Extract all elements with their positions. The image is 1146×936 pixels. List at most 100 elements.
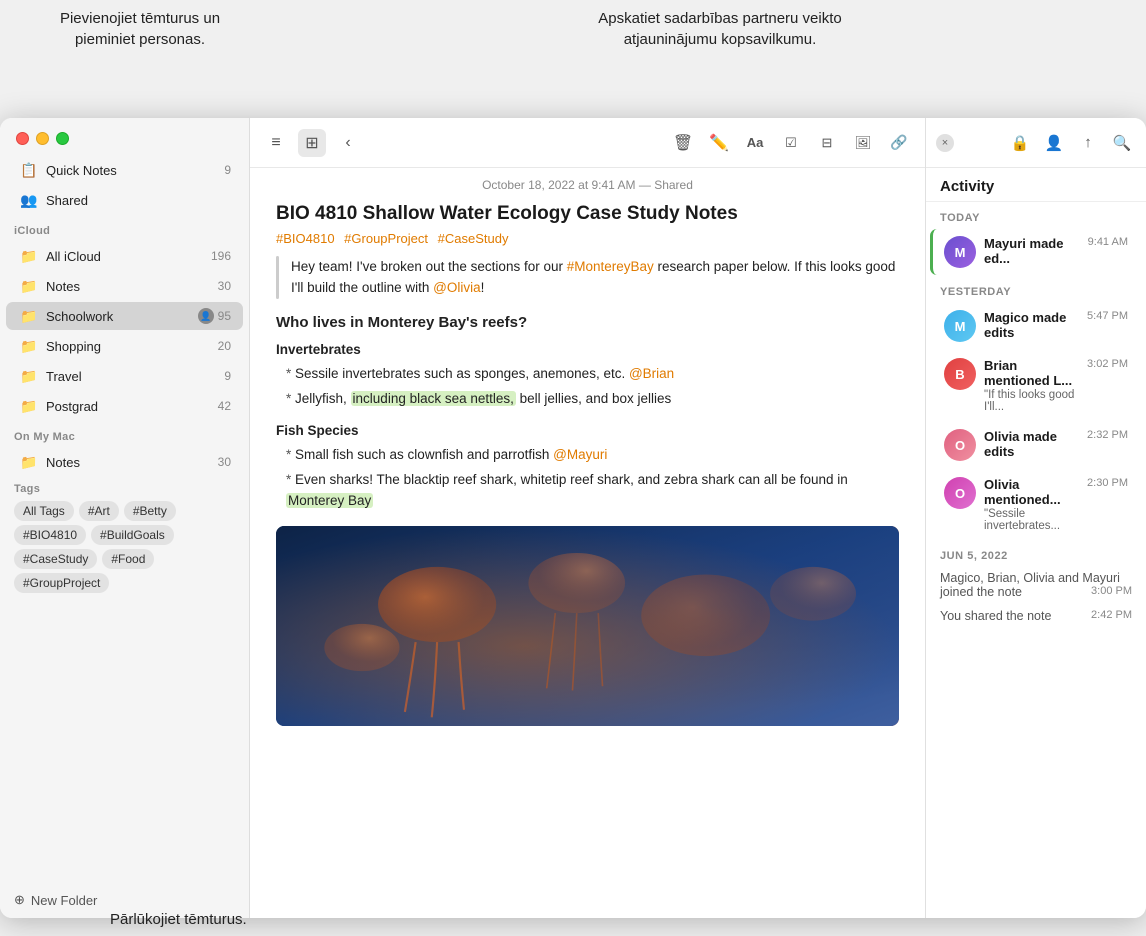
- brian-quote: "If this looks good I'll...: [984, 389, 1083, 413]
- brian-action: Brian mentioned L...: [984, 358, 1083, 388]
- annotation-top-left: Pievienojiet tēmturus un pieminiet perso…: [40, 8, 240, 50]
- sidebar-item-notes-icloud[interactable]: 📁 Notes 30: [6, 272, 243, 300]
- schoolwork-count: 95: [218, 309, 231, 323]
- activity-item-mayuri-today[interactable]: M Mayuri made ed... 9:41 AM: [930, 229, 1142, 275]
- table-button[interactable]: ⊟: [813, 129, 841, 157]
- shopping-count: 20: [218, 339, 231, 353]
- shared-text: You shared the note: [940, 609, 1051, 623]
- monterey-bay-link[interactable]: #MontereyBay: [567, 259, 654, 274]
- activity-toolbar: × 🔒 👤 ↑ 🔍: [926, 118, 1146, 168]
- sidebar-item-schoolwork[interactable]: 📁 Schoolwork 👤 95: [6, 302, 243, 330]
- back-button[interactable]: ‹: [334, 129, 362, 157]
- tag-art[interactable]: #Art: [79, 501, 119, 521]
- all-icloud-count: 196: [211, 249, 231, 263]
- joined-time: 3:00 PM: [1091, 585, 1132, 597]
- activity-close-button[interactable]: ×: [936, 134, 954, 152]
- sidebar-item-shopping[interactable]: 📁 Shopping 20: [6, 332, 243, 360]
- minimize-button[interactable]: [36, 132, 49, 145]
- sidebar-item-all-icloud[interactable]: 📁 All iCloud 196: [6, 242, 243, 270]
- tag-food[interactable]: #Food: [102, 549, 154, 569]
- shopping-label: Shopping: [46, 339, 214, 354]
- notes-icloud-label: Notes: [46, 279, 214, 294]
- notes-icloud-count: 30: [218, 279, 231, 293]
- olivia-edits-time: 2:32 PM: [1087, 429, 1128, 441]
- delete-button[interactable]: 🗑: [669, 129, 697, 157]
- notes-mac-icon: 📁: [20, 453, 38, 471]
- sidebar-item-postgrad[interactable]: 📁 Postgrad 42: [6, 392, 243, 420]
- sidebar-item-quick-notes[interactable]: 📋 Quick Notes 9: [6, 156, 243, 184]
- note-content[interactable]: BIO 4810 Shallow Water Ecology Case Stud…: [250, 196, 925, 918]
- all-icloud-label: All iCloud: [46, 249, 207, 264]
- tag-buildgoals[interactable]: #BuildGoals: [91, 525, 174, 545]
- activity-item-magico[interactable]: M Magico made edits 5:47 PM: [930, 303, 1142, 349]
- schoolwork-shared-icon: 👤: [198, 308, 214, 324]
- tag-casestudy[interactable]: #CaseStudy: [14, 549, 97, 569]
- postgrad-count: 42: [218, 399, 231, 413]
- fish-item-2: Even sharks! The blacktip reef shark, wh…: [286, 469, 899, 512]
- notes-icloud-icon: 📁: [20, 277, 38, 295]
- tag-groupproject-inline[interactable]: #GroupProject: [344, 231, 428, 246]
- schoolwork-icon: 📁: [20, 307, 38, 325]
- note-area: ≡ ⊞ ‹ 🗑 ✏️ Aa ☑ ⊟ 🖼 🔗 October 18, 2022 a…: [250, 118, 926, 918]
- activity-item-olivia-mentioned[interactable]: O Olivia mentioned... "Sessile invertebr…: [930, 470, 1142, 539]
- fish-item-1: Small fish such as clownfish and parrotf…: [286, 444, 899, 466]
- highlight-monterey-bay: Monterey Bay: [286, 493, 373, 508]
- activity-item-brian[interactable]: B Brian mentioned L... "If this looks go…: [930, 351, 1142, 420]
- invertebrate-item-1: Sessile invertebrates such as sponges, a…: [286, 363, 899, 385]
- note-image-overlay: [276, 526, 899, 726]
- grid-view-button[interactable]: ⊞: [298, 129, 326, 157]
- sidebar-item-shared[interactable]: 👥 Shared: [6, 186, 243, 214]
- mayuri-mention[interactable]: @Mayuri: [553, 447, 607, 462]
- annotation-top-right: Apskatiet sadarbības partneru veikto atj…: [580, 8, 860, 50]
- olivia-mentioned-time: 2:30 PM: [1087, 477, 1128, 489]
- notes-mac-label: Notes: [46, 455, 214, 470]
- sidebar-item-travel[interactable]: 📁 Travel 9: [6, 362, 243, 390]
- sidebar-item-notes-mac[interactable]: 📁 Notes 30: [6, 448, 243, 476]
- tag-all-tags[interactable]: All Tags: [14, 501, 74, 521]
- magico-time: 5:47 PM: [1087, 310, 1128, 322]
- list-view-button[interactable]: ≡: [262, 129, 290, 157]
- close-button[interactable]: [16, 132, 29, 145]
- section-heading-1: Who lives in Monterey Bay's reefs?: [276, 311, 899, 335]
- tag-bio4810[interactable]: #BIO4810: [14, 525, 86, 545]
- collab-button[interactable]: 👤: [1040, 129, 1068, 157]
- sub1-label: Invertebrates: [276, 339, 899, 361]
- activity-item-olivia-edits[interactable]: O Olivia made edits 2:32 PM: [930, 422, 1142, 468]
- note-toolbar: ≡ ⊞ ‹ 🗑 ✏️ Aa ☑ ⊟ 🖼 🔗: [250, 118, 925, 168]
- quick-notes-icon: 📋: [20, 161, 38, 179]
- brian-mention[interactable]: @Brian: [629, 366, 674, 381]
- note-left-bar: [276, 256, 279, 299]
- tag-groupproject[interactable]: #GroupProject: [14, 573, 109, 593]
- new-folder-label: New Folder: [31, 893, 97, 908]
- maximize-button[interactable]: [56, 132, 69, 145]
- compose-button[interactable]: ✏️: [705, 129, 733, 157]
- tag-casestudy-inline[interactable]: #CaseStudy: [438, 231, 509, 246]
- sidebar: 📋 Quick Notes 9 👥 Shared iCloud 📁 All iC…: [0, 118, 250, 918]
- search-button[interactable]: 🔍: [1108, 129, 1136, 157]
- sub2-label: Fish Species: [276, 420, 899, 442]
- media-button[interactable]: 🖼: [849, 129, 877, 157]
- format-button[interactable]: Aa: [741, 129, 769, 157]
- olivia-mention[interactable]: @Olivia: [433, 280, 480, 295]
- share-button[interactable]: ↑: [1074, 129, 1102, 157]
- tags-row-1: All Tags #Art #Betty: [14, 501, 235, 521]
- magico-action: Magico made edits: [984, 310, 1083, 340]
- tag-betty[interactable]: #Betty: [124, 501, 176, 521]
- link-button[interactable]: 🔗: [885, 129, 913, 157]
- lock-button[interactable]: 🔒: [1006, 129, 1034, 157]
- highlight-black-sea-nettles: including black sea nettles,: [351, 391, 516, 406]
- activity-text-olivia-mentioned: Olivia mentioned... "Sessile invertebrat…: [984, 477, 1083, 532]
- activity-text-brian: Brian mentioned L... "If this looks good…: [984, 358, 1083, 413]
- tag-bio4810-inline[interactable]: #BIO4810: [276, 231, 335, 246]
- traffic-lights: [0, 118, 249, 155]
- shared-time: 2:42 PM: [1091, 609, 1132, 621]
- tags-row-4: #GroupProject: [14, 573, 235, 593]
- checklist-button[interactable]: ☑: [777, 129, 805, 157]
- travel-label: Travel: [46, 369, 220, 384]
- brian-time: 3:02 PM: [1087, 358, 1128, 370]
- invertebrates-list: Sessile invertebrates such as sponges, a…: [276, 363, 899, 409]
- tags-section: Tags All Tags #Art #Betty #BIO4810 #Buil…: [0, 477, 249, 603]
- jun5-label: JUN 5, 2022: [926, 540, 1146, 566]
- shared-icon: 👥: [20, 191, 38, 209]
- on-my-mac-section-label: On My Mac: [0, 421, 249, 447]
